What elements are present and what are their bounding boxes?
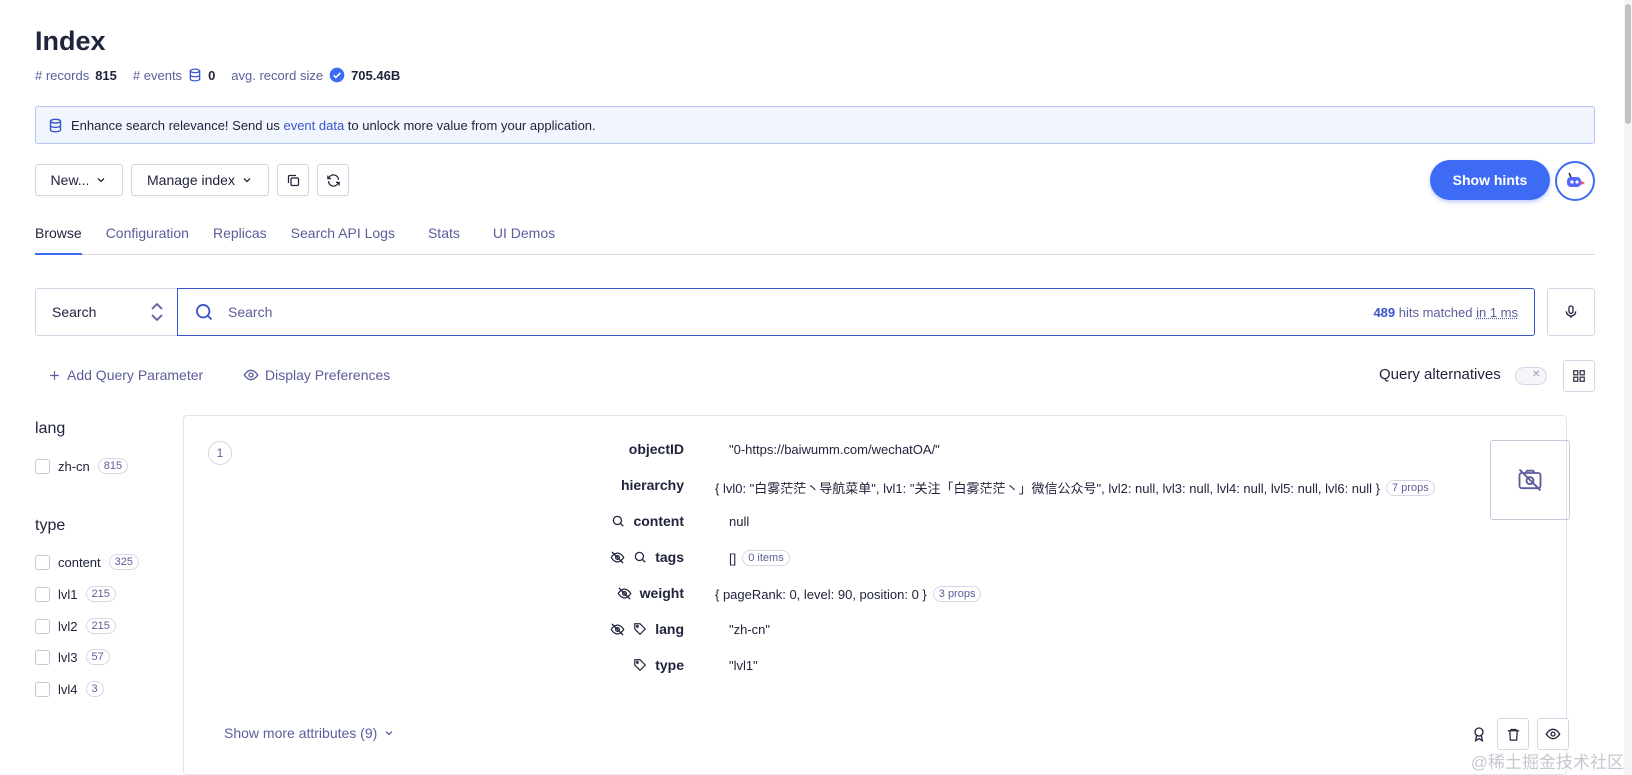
attr-name-tags: tags — [520, 549, 684, 565]
chevron-down-icon — [383, 727, 395, 739]
copy-icon — [286, 173, 301, 188]
search-icon — [611, 514, 625, 528]
event-data-banner: Enhance search relevance! Send us event … — [35, 106, 1595, 144]
index-stats: # records 815 # events 0 avg. record siz… — [35, 67, 410, 83]
new-dropdown-button[interactable]: New... — [35, 164, 123, 196]
attr-name-content: content — [520, 513, 684, 529]
close-icon: ✕ — [1532, 369, 1541, 380]
attr-value-tags: [] 0 items — [729, 550, 790, 566]
attr-name-objectid: objectID — [628, 441, 684, 457]
tab-stats[interactable]: Stats — [428, 220, 460, 255]
attr-name-lang: lang — [520, 621, 684, 637]
refresh-button[interactable] — [317, 164, 349, 196]
voice-search-button[interactable] — [1547, 288, 1595, 336]
copy-button[interactable] — [277, 164, 309, 196]
grid-icon — [1572, 369, 1586, 383]
tag-icon — [633, 658, 647, 672]
manage-index-button[interactable]: Manage index — [131, 164, 269, 196]
event-data-link[interactable]: event data — [283, 118, 344, 133]
check-circle-icon — [329, 67, 345, 83]
facet-item[interactable]: lvl4 3 — [35, 681, 104, 697]
size-value: 705.46B — [351, 67, 401, 83]
records-value: 815 — [95, 67, 117, 83]
attr-name-weight: weight — [520, 585, 684, 601]
attr-value-hierarchy: { lvl0: "白雾茫茫丶导航菜单", lvl1: "关注「白雾茫茫丶」微信公… — [715, 478, 1435, 497]
size-label: avg. record size — [231, 67, 324, 83]
facet-item[interactable]: lvl3 57 — [35, 649, 110, 665]
checkbox[interactable] — [35, 649, 50, 665]
scrollbar-thumb[interactable] — [1625, 4, 1631, 124]
plus-icon — [48, 369, 61, 382]
chevron-down-icon — [241, 174, 253, 186]
trash-icon — [1506, 727, 1521, 742]
facet-title-lang: lang — [35, 420, 66, 437]
facet-item[interactable]: content 325 — [35, 554, 140, 570]
facet-item[interactable]: lvl1 215 — [35, 586, 116, 602]
search-input[interactable] — [228, 304, 1374, 320]
microphone-icon — [1563, 304, 1579, 320]
award-icon — [1471, 726, 1487, 742]
chevron-down-icon — [95, 174, 107, 186]
banner-text: Enhance search relevance! Send us event … — [71, 117, 596, 133]
checkbox[interactable] — [35, 681, 50, 697]
page-title: Index — [35, 26, 106, 56]
tab-browse[interactable]: Browse — [35, 220, 82, 255]
delete-record-button[interactable] — [1497, 718, 1529, 750]
eye-icon — [243, 367, 259, 383]
hits-matched: 489 hits matched in 1 ms — [1373, 304, 1518, 320]
watermark: @稀土掘金技术社区 — [1470, 753, 1624, 772]
promote-button[interactable] — [1463, 718, 1495, 750]
attr-value-lang: "zh-cn" — [729, 622, 771, 637]
facet-title-type: type — [35, 517, 66, 534]
events-label: # events — [132, 67, 183, 83]
checkbox[interactable] — [35, 618, 50, 634]
index-tabs: Browse Configuration Replicas Search API… — [35, 220, 1595, 255]
eye-off-icon — [617, 586, 632, 601]
eye-icon — [1545, 726, 1561, 742]
query-alternatives-toggle[interactable]: ✕ — [1515, 367, 1547, 385]
attr-value-objectid: "0-https://baiwumm.com/wechatOA/" — [729, 442, 940, 457]
search-icon — [194, 302, 214, 322]
database-icon — [188, 68, 202, 82]
attr-value-type: "lvl1" — [729, 658, 758, 673]
record-rank: 1 — [208, 441, 232, 465]
tab-replicas[interactable]: Replicas — [213, 220, 267, 255]
tab-configuration[interactable]: Configuration — [106, 220, 189, 255]
checkbox[interactable] — [35, 554, 50, 570]
refresh-icon — [326, 173, 341, 188]
robot-icon — [1563, 169, 1587, 193]
facet-item[interactable]: zh-cn 815 — [35, 458, 129, 474]
assistant-avatar-button[interactable] — [1555, 161, 1595, 201]
database-icon — [48, 118, 63, 133]
tab-search-api-logs[interactable]: Search API Logs — [291, 220, 395, 255]
add-query-parameter-button[interactable]: Add Query Parameter — [48, 367, 203, 383]
attr-name-hierarchy: hierarchy — [620, 477, 684, 493]
facet-item[interactable]: lvl2 215 — [35, 618, 116, 634]
attr-value-weight: { pageRank: 0, level: 90, position: 0 } … — [715, 586, 982, 602]
record-image-placeholder — [1490, 440, 1570, 520]
search-mode-select[interactable]: Search — [35, 288, 178, 336]
events-value: 0 — [208, 67, 216, 83]
chevron-up-down-icon — [150, 300, 164, 324]
attr-name-type: type — [520, 657, 684, 673]
eye-off-icon — [610, 550, 625, 565]
tab-ui-demos[interactable]: UI Demos — [493, 220, 555, 255]
checkbox[interactable] — [35, 458, 50, 474]
checkbox[interactable] — [35, 586, 50, 602]
show-hints-button[interactable]: Show hints — [1430, 160, 1550, 200]
display-preferences-button[interactable]: Display Preferences — [243, 367, 390, 383]
view-record-button[interactable] — [1537, 718, 1569, 750]
attr-value-content: null — [729, 514, 750, 529]
grid-view-button[interactable] — [1563, 360, 1595, 392]
eye-off-icon — [610, 622, 625, 637]
records-label: # records — [35, 67, 90, 83]
search-icon — [633, 550, 647, 564]
show-more-attributes-button[interactable]: Show more attributes (9) — [224, 725, 395, 741]
search-box: 489 hits matched in 1 ms — [177, 288, 1535, 336]
tag-icon — [633, 622, 647, 636]
image-off-icon — [1516, 466, 1544, 494]
query-alternatives-label: Query alternatives — [1379, 366, 1501, 383]
